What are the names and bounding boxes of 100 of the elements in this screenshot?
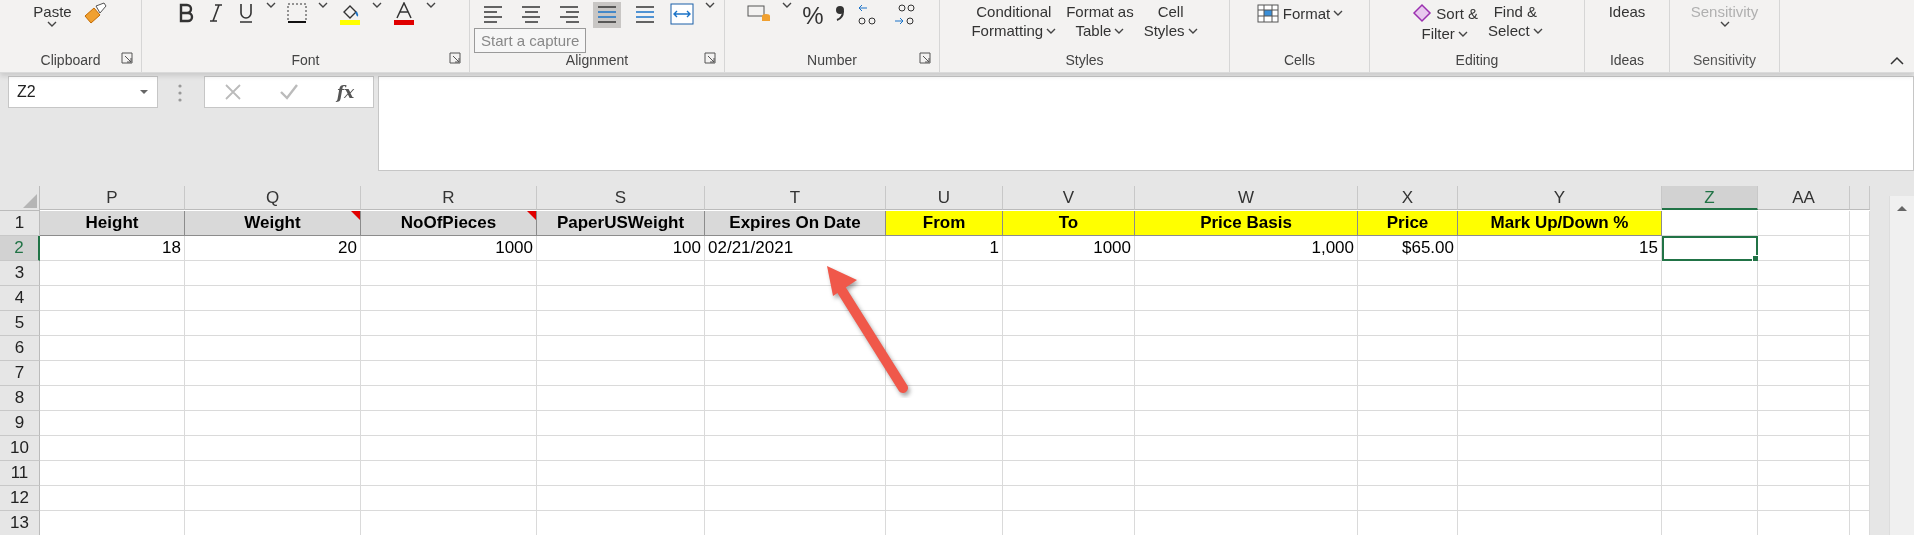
ribbon-button[interactable]: Find & Select xyxy=(1488,2,1543,40)
dialog-launcher-icon[interactable] xyxy=(449,52,461,64)
caret-icon[interactable] xyxy=(425,2,436,8)
column-header[interactable]: X xyxy=(1358,186,1458,210)
table-cell xyxy=(1850,386,1870,411)
header-cell: Expires On Date xyxy=(705,211,886,236)
ribbon-button[interactable]: Cell Styles xyxy=(1143,2,1198,40)
group-label: Alignment xyxy=(565,51,629,70)
header-cell: Price xyxy=(1358,211,1458,236)
row-header[interactable]: 9 xyxy=(0,411,40,436)
caret-icon[interactable] xyxy=(1187,27,1198,34)
table-cell: 15 xyxy=(1458,236,1662,261)
row-header[interactable]: 4 xyxy=(0,286,40,311)
table-cell: 1000 xyxy=(1003,236,1135,261)
ribbon-button[interactable]: Sort & Filter xyxy=(1411,2,1478,43)
group-label: Number xyxy=(807,51,857,70)
header-cell: Mark Up/Down % xyxy=(1458,211,1662,236)
ribbon-button[interactable]: Format as Table xyxy=(1066,2,1134,40)
table-cell: 20 xyxy=(185,236,361,261)
table-cell xyxy=(1850,461,1870,486)
formula-input[interactable] xyxy=(378,76,1914,171)
table-cell: $65.00 xyxy=(1358,236,1458,261)
header-cell: Price Basis xyxy=(1135,211,1358,236)
caret-icon[interactable] xyxy=(317,2,328,8)
table-cell xyxy=(1850,286,1870,311)
column-header[interactable]: Y xyxy=(1458,186,1662,210)
name-box[interactable]: Z2 xyxy=(8,76,158,108)
column-header[interactable]: V xyxy=(1003,186,1135,210)
table-icon[interactable] xyxy=(1255,2,1280,24)
table-cell xyxy=(1850,361,1870,386)
caret-icon[interactable] xyxy=(1457,30,1468,37)
row-header[interactable]: 2 xyxy=(0,236,40,261)
row-header[interactable]: 6 xyxy=(0,336,40,361)
table-cell xyxy=(1850,236,1870,261)
dialog-launcher-icon[interactable] xyxy=(121,52,133,64)
row-header[interactable]: 11 xyxy=(0,461,40,486)
percent-style-button[interactable]: % xyxy=(802,2,824,30)
insert-function-button[interactable]: fx xyxy=(336,82,355,102)
group-label: Sensitivity xyxy=(1693,51,1756,70)
group-label: Font xyxy=(291,51,320,70)
caret-icon[interactable] xyxy=(1532,27,1543,34)
dialog-launcher-icon[interactable] xyxy=(919,52,931,64)
table-cell: 1,000 xyxy=(1135,236,1358,261)
caret-icon[interactable] xyxy=(705,2,715,8)
dropdown-icon[interactable] xyxy=(139,89,149,95)
caret-icon[interactable] xyxy=(371,2,382,8)
ideas-button[interactable]: Ideas xyxy=(1608,2,1646,21)
row-header[interactable]: 13 xyxy=(0,511,40,535)
header-cell: Weight xyxy=(185,211,361,236)
column-header[interactable]: T xyxy=(705,186,886,210)
row-header[interactable]: 7 xyxy=(0,361,40,386)
font-color-icon[interactable] xyxy=(391,2,416,26)
row-header[interactable]: 8 xyxy=(0,386,40,411)
table-cell xyxy=(1850,411,1870,436)
caret-icon[interactable] xyxy=(782,2,793,8)
borders-icon[interactable] xyxy=(285,2,308,24)
active-cell[interactable] xyxy=(1662,236,1758,261)
group-label: Clipboard xyxy=(40,51,101,70)
row-header[interactable]: 3 xyxy=(0,261,40,286)
column-header[interactable]: W xyxy=(1135,186,1358,210)
decrease-indent-icon[interactable] xyxy=(593,2,621,28)
column-header[interactable]: S xyxy=(537,186,705,210)
column-header[interactable]: AA xyxy=(1758,186,1850,210)
check-icon[interactable] xyxy=(279,83,300,101)
eraser-icon[interactable] xyxy=(1411,2,1434,24)
row-header[interactable]: 10 xyxy=(0,436,40,461)
ribbon-button[interactable]: Conditional Formatting xyxy=(971,2,1057,40)
caret-icon[interactable] xyxy=(265,2,276,8)
row-header[interactable]: 12 xyxy=(0,486,40,511)
row-header[interactable]: 5 xyxy=(0,311,40,336)
caret-icon[interactable] xyxy=(1333,10,1344,16)
format-button[interactable]: Format xyxy=(1255,2,1344,24)
scroll-up-icon[interactable] xyxy=(1896,204,1908,212)
row-header[interactable]: 1 xyxy=(0,211,40,236)
caret-icon[interactable] xyxy=(47,21,58,27)
table-cell xyxy=(1850,436,1870,461)
table-cell xyxy=(1850,336,1870,361)
column-header[interactable]: U xyxy=(886,186,1003,210)
table-cell: 100 xyxy=(537,236,705,261)
column-header[interactable]: P xyxy=(40,186,185,210)
group-label: Editing xyxy=(1455,51,1499,70)
group-label: Styles xyxy=(1065,51,1104,70)
caret-icon[interactable] xyxy=(1046,27,1057,34)
dialog-launcher-icon[interactable] xyxy=(704,52,716,64)
paste-button[interactable]: Paste xyxy=(33,2,72,27)
header-cell: NoOfPieces xyxy=(361,211,537,236)
vertical-scrollbar[interactable] xyxy=(1889,196,1914,535)
caret-icon[interactable] xyxy=(1114,27,1125,34)
wrap-text-icon[interactable] xyxy=(669,2,695,26)
group-label: Ideas xyxy=(1609,51,1645,70)
grip-icon[interactable] xyxy=(178,84,182,102)
column-header[interactable]: Q xyxy=(185,186,361,210)
table-cell xyxy=(1850,261,1870,286)
collapse-ribbon-icon[interactable] xyxy=(1890,56,1904,66)
table-cell: 02/21/2021 xyxy=(705,236,886,261)
header-cell: To xyxy=(1003,211,1135,236)
column-header[interactable]: R xyxy=(361,186,537,210)
table-cell xyxy=(1850,486,1870,511)
column-header[interactable]: Z xyxy=(1662,186,1758,210)
header-cell: From xyxy=(886,211,1003,236)
